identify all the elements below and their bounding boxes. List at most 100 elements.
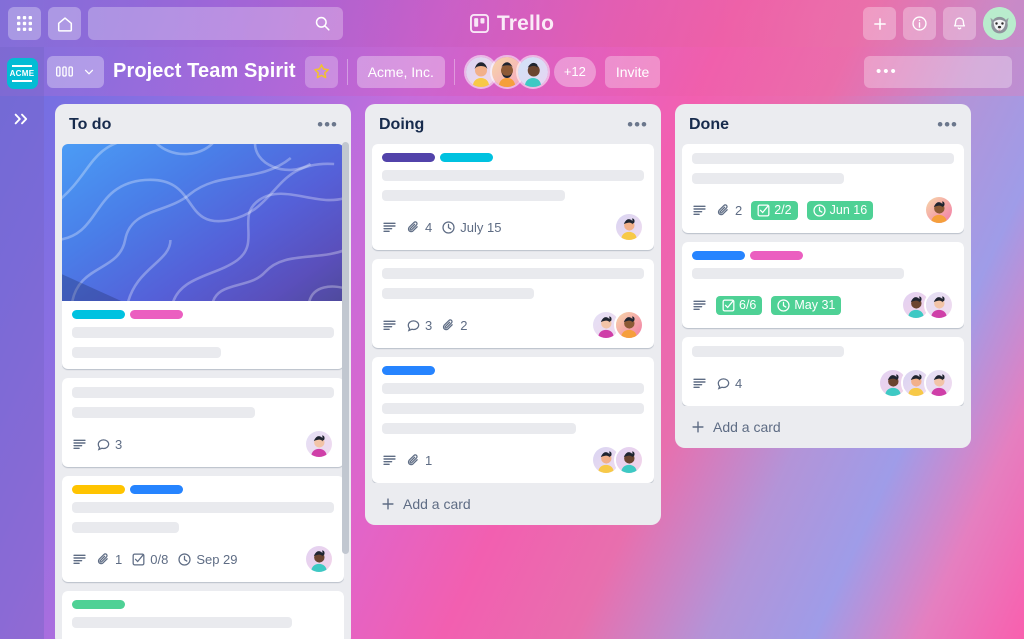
workspace-sidebar: ACME [0, 47, 44, 639]
badge-due: May 31 [771, 295, 842, 315]
badge-value: 1 [425, 452, 433, 468]
badge-comment: 3 [96, 437, 122, 452]
board-switcher-button[interactable] [47, 55, 104, 88]
logo-bar-bottom [12, 80, 32, 82]
card-label[interactable] [692, 251, 745, 260]
bell-icon[interactable] [943, 7, 976, 40]
card-text-line [692, 153, 954, 164]
card[interactable]: 2 2/2 Jun 16 [682, 144, 964, 233]
card-title-placeholder [382, 383, 644, 434]
header-divider-2 [453, 58, 455, 85]
add-card-button[interactable]: Add a card [682, 406, 964, 448]
badge-description [382, 453, 397, 468]
card-label[interactable] [382, 366, 435, 375]
card-text-line [72, 617, 293, 628]
badge-value: Jun 16 [829, 203, 868, 217]
card-title-placeholder [692, 153, 954, 184]
workspace-button[interactable]: Acme, Inc. [356, 55, 445, 88]
card-label[interactable] [750, 251, 803, 260]
search-icon [314, 15, 331, 32]
card[interactable]: 6/6 May 31 [682, 242, 964, 328]
badge-due: July 15 [441, 220, 501, 235]
badge-description [72, 437, 87, 452]
badge-due: Jun 16 [806, 200, 874, 220]
card[interactable]: 4 July 15 [372, 144, 654, 250]
badge-description [692, 298, 707, 313]
badge-attachment: 2 [716, 203, 742, 218]
list-menu-button[interactable]: ••• [317, 116, 338, 133]
avatar[interactable] [924, 368, 954, 398]
acme-logo-text: ACME [9, 69, 35, 78]
trello-board-icon [469, 14, 489, 33]
card-title-placeholder [72, 327, 334, 358]
card-text-line [382, 403, 644, 414]
avatar[interactable] [515, 54, 550, 89]
card[interactable]: 1 0/8 Sep 29 [62, 476, 344, 582]
avatar[interactable] [924, 195, 954, 225]
list-menu-button[interactable]: ••• [627, 116, 648, 133]
card-body [72, 600, 334, 628]
chevron-double-right-icon[interactable] [12, 111, 32, 127]
card-label[interactable] [72, 485, 125, 494]
card-badges: 32 [382, 310, 644, 340]
avatar[interactable] [614, 445, 644, 475]
card-labels [382, 366, 644, 375]
members-overflow-badge[interactable]: +12 [553, 56, 596, 87]
avatar[interactable] [304, 429, 334, 459]
card-cover-image [62, 144, 344, 301]
apps-grid-icon[interactable] [8, 7, 41, 40]
card[interactable] [62, 591, 344, 639]
card-badges: 2 2/2 Jun 16 [692, 195, 954, 225]
badge-attachment: 4 [406, 220, 432, 235]
list-menu-button[interactable]: ••• [937, 116, 958, 133]
card-members [878, 368, 954, 398]
badge-description [692, 376, 707, 391]
board-menu-button[interactable]: ••• [864, 55, 1012, 88]
badge-attachment: 1 [406, 453, 432, 468]
acme-logo[interactable]: ACME [6, 58, 38, 89]
card-members [924, 195, 954, 225]
card-text-line [72, 347, 222, 358]
search-input[interactable] [88, 7, 343, 40]
card-title-placeholder [72, 387, 334, 418]
card-title-placeholder [382, 170, 644, 201]
add-button[interactable] [863, 7, 896, 40]
card[interactable]: 20/2July 22 [62, 144, 344, 369]
star-icon[interactable] [304, 55, 338, 88]
avatar[interactable] [304, 544, 334, 574]
card[interactable]: 3 [62, 378, 344, 467]
home-icon[interactable] [48, 7, 81, 40]
card-label[interactable] [130, 485, 183, 494]
card[interactable]: 1 [372, 357, 654, 483]
avatar[interactable] [614, 212, 644, 242]
badge-value: 2/2 [774, 203, 792, 217]
board-members: +12 [463, 54, 596, 89]
card-label[interactable] [130, 310, 183, 319]
card-members [591, 445, 644, 475]
board-list: Done ••• 2 2/2 Jun 16 6/6 May 31 4 Add a card [675, 104, 971, 448]
card-badges: 3 [72, 429, 334, 459]
info-circle-icon[interactable] [903, 7, 936, 40]
card-label[interactable] [72, 310, 125, 319]
invite-button[interactable]: Invite [604, 55, 661, 88]
card-title-placeholder [692, 346, 954, 357]
badge-value: 1 [115, 551, 123, 567]
card-label[interactable] [382, 153, 435, 162]
add-card-button[interactable]: Add a card [372, 483, 654, 525]
user-avatar[interactable] [983, 7, 1016, 40]
list-scrollbar[interactable] [342, 142, 349, 554]
card[interactable]: 4 [682, 337, 964, 406]
avatar[interactable] [924, 290, 954, 320]
card-body: 32 [382, 268, 644, 340]
card-labels [72, 310, 334, 319]
badge-value: 6/6 [739, 298, 757, 312]
card-text-line [72, 387, 334, 398]
trello-app: Trello Project Team Spirit Acme, Inc. +1… [0, 0, 1024, 639]
card-label[interactable] [72, 600, 125, 609]
chevron-down-icon [83, 66, 95, 78]
avatar[interactable] [614, 310, 644, 340]
card-title-placeholder [382, 268, 644, 299]
card-text-line [382, 170, 644, 181]
card-label[interactable] [440, 153, 493, 162]
card[interactable]: 32 [372, 259, 654, 348]
